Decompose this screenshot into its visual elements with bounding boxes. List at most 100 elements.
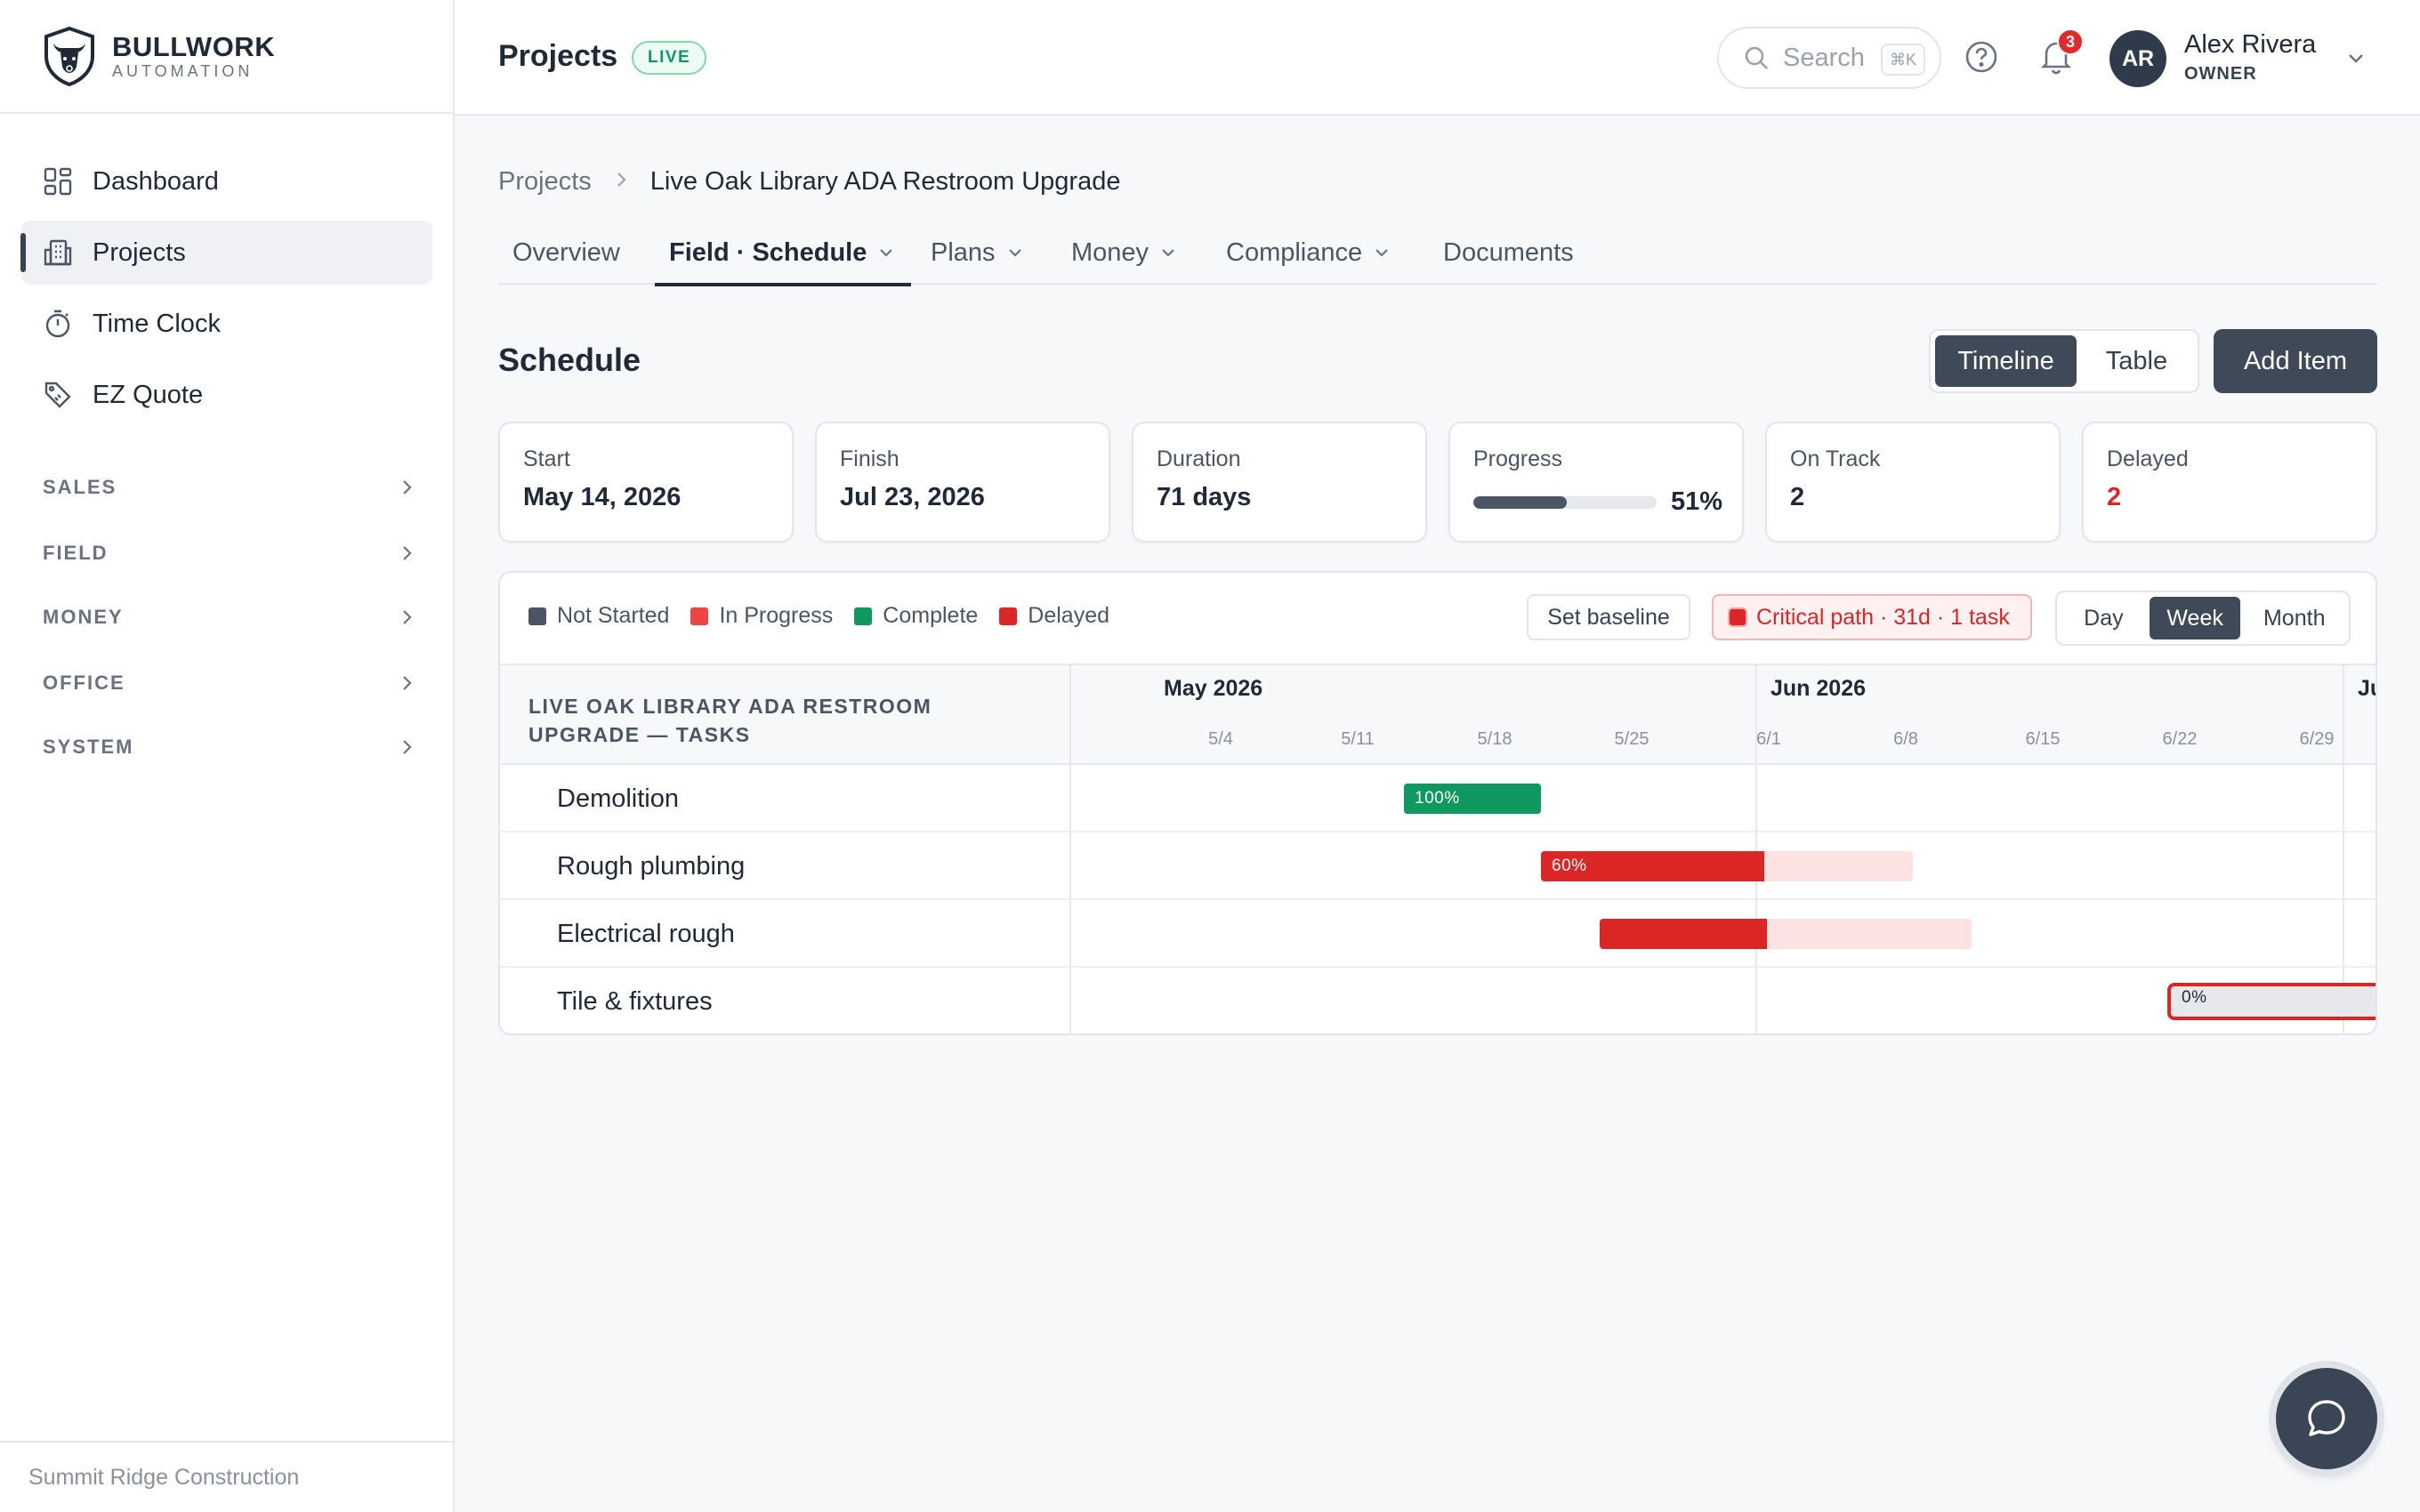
legend-item-delayed: Delayed [999,603,1109,629]
sidebar-group-label: SALES [43,476,117,498]
sidebar-group-system[interactable]: SYSTEM [43,729,416,765]
breadcrumb: Projects Live Oak Library ADA Restroom U… [498,167,1120,197]
sidebar-item-ez-quote[interactable]: EZ Quote [21,363,432,427]
legend-label: Complete [883,603,979,628]
sidebar-item-dashboard[interactable]: Dashboard [21,149,432,213]
brand-subtitle: AUTOMATION [112,62,254,80]
week-tick-label: 6/29 [2299,729,2335,749]
legend-swatch [690,607,709,625]
page-title: Projects [498,39,618,73]
sidebar-group-office[interactable]: OFFICE [43,665,416,701]
chevron-down-icon [1008,249,1021,257]
week-tick-label: 5/25 [1614,729,1650,749]
sidebar-item-label: EZ Quote [93,380,204,409]
stat-card-delayed: Delayed 2 [2082,422,2377,543]
view-toggle: Timeline Table [1929,329,2199,393]
legend-item-complete: Complete [854,603,978,629]
chevron-right-icon [403,740,412,754]
avatar[interactable]: AR [2109,30,2166,87]
user-name[interactable]: Alex Rivera [2184,30,2316,60]
help-icon[interactable] [1964,39,1999,75]
month-label: Jun 2026 [1771,676,1867,701]
stat-label: Delayed [2107,446,2189,471]
tag-icon [43,380,73,410]
tab-money[interactable]: Money [1057,221,1193,285]
chat-button[interactable] [2276,1368,2377,1469]
task-name: Rough plumbing [557,851,746,881]
chevron-down-icon[interactable] [2343,44,2369,71]
chevron-right-icon [403,546,412,560]
tab-overview[interactable]: Overview [498,221,634,285]
gantt-timeline: May 2026 Jun 2026 Jul 2026 5/4 5/11 5/18 5/25 6… [1071,664,2376,1033]
task-bar-percent: 100% [1415,789,1460,808]
sidebar-group-label: OFFICE [43,672,125,694]
search-icon [1745,46,1768,69]
task-bar[interactable]: 60% [1541,851,1913,881]
brand-name: BULLWORK [112,31,276,62]
sidebar-item-time-clock[interactable]: Time Clock [21,292,432,356]
zoom-week-button[interactable]: Week [2149,597,2241,639]
top-header: Projects LIVE Search ⌘K 3 AR Alex Rivera… [455,0,2420,116]
tab-label: Overview [512,237,620,267]
task-name: Electrical rough [557,919,735,948]
critical-path-toggle[interactable]: Critical path · 31d · 1 task [1712,594,2032,640]
gantt-panel: Not Started In Progress Complete Delayed… [498,571,2377,1035]
progress-bar-fill [1473,496,1568,509]
table-view-button[interactable]: Table [2080,335,2193,387]
stat-card-progress: Progress 51% [1448,422,1744,543]
sidebar-group-field[interactable]: FIELD [43,535,416,571]
notification-count-badge: 3 [2057,28,2084,55]
stat-label: Progress [1473,446,1563,471]
month-divider [2343,664,2344,1033]
task-bar[interactable] [1600,919,1972,949]
sidebar-item-label: Projects [93,237,186,267]
task-column-header: LIVE OAK LIBRARY ADA RESTROOM UPGRADE — … [528,695,932,746]
search-placeholder: Search [1783,43,1865,72]
task-bar[interactable]: 0% [2167,983,2376,1020]
add-item-button[interactable]: Add Item [2214,329,2377,393]
tab-compliance[interactable]: Compliance [1212,221,1407,285]
timeline-view-button[interactable]: Timeline [1935,335,2077,387]
bull-logo-icon [44,26,94,86]
stat-label: Start [523,446,570,471]
chevron-down-icon [1162,249,1174,257]
stat-card-duration: Duration 71 days [1132,422,1427,543]
stat-card-start: Start May 14, 2026 [498,422,794,543]
task-name: Tile & fixtures [557,986,713,1016]
tab-label: Compliance [1226,237,1363,267]
zoom-day-button[interactable]: Day [2061,597,2146,639]
stat-value: May 14, 2026 [523,483,682,511]
sidebar-footer-company: Summit Ridge Construction [0,1441,455,1512]
chevron-down-icon [880,249,893,257]
sidebar-group-sales[interactable]: SALES [43,470,416,505]
task-bar-progress [1600,919,1768,949]
sidebar-group-money[interactable]: MONEY [43,599,416,635]
stat-label: On Track [1790,446,1881,471]
search-input[interactable]: Search ⌘K [1717,27,1941,89]
task-bar-percent: 60% [1552,857,1587,875]
stat-value: 71 days [1157,483,1252,511]
legend-item-not-started: Not Started [528,603,669,629]
sidebar-group-label: SYSTEM [43,736,134,758]
task-bar[interactable]: 100% [1404,784,1541,814]
tab-field-schedule[interactable]: Field · Schedule [655,221,912,286]
stat-value: 51% [1671,487,1723,516]
brand[interactable]: BULLWORK AUTOMATION [0,0,453,114]
set-baseline-button[interactable]: Set baseline [1527,594,1690,640]
week-tick-label: 6/1 [1756,729,1781,749]
task-bar-percent: 0% [2182,988,2207,1007]
breadcrumb-link-projects[interactable]: Projects [498,167,592,197]
legend-swatch [854,607,873,625]
zoom-month-button[interactable]: Month [2244,597,2344,639]
tab-label: Field · Schedule [669,237,867,267]
week-tick-label: 5/4 [1208,729,1233,749]
chevron-right-icon [611,167,631,197]
sidebar-item-projects[interactable]: Projects [20,221,432,285]
stat-value: 2 [2107,483,2122,511]
month-label: Jul 2026 [2358,676,2376,701]
dashboard-icon [43,166,73,197]
tab-plans[interactable]: Plans [916,221,1040,285]
legend-label: In Progress [719,603,834,628]
tab-documents[interactable]: Documents [1429,221,1588,285]
project-tabs: Overview Field · Schedule Plans Money Co… [498,221,2377,286]
